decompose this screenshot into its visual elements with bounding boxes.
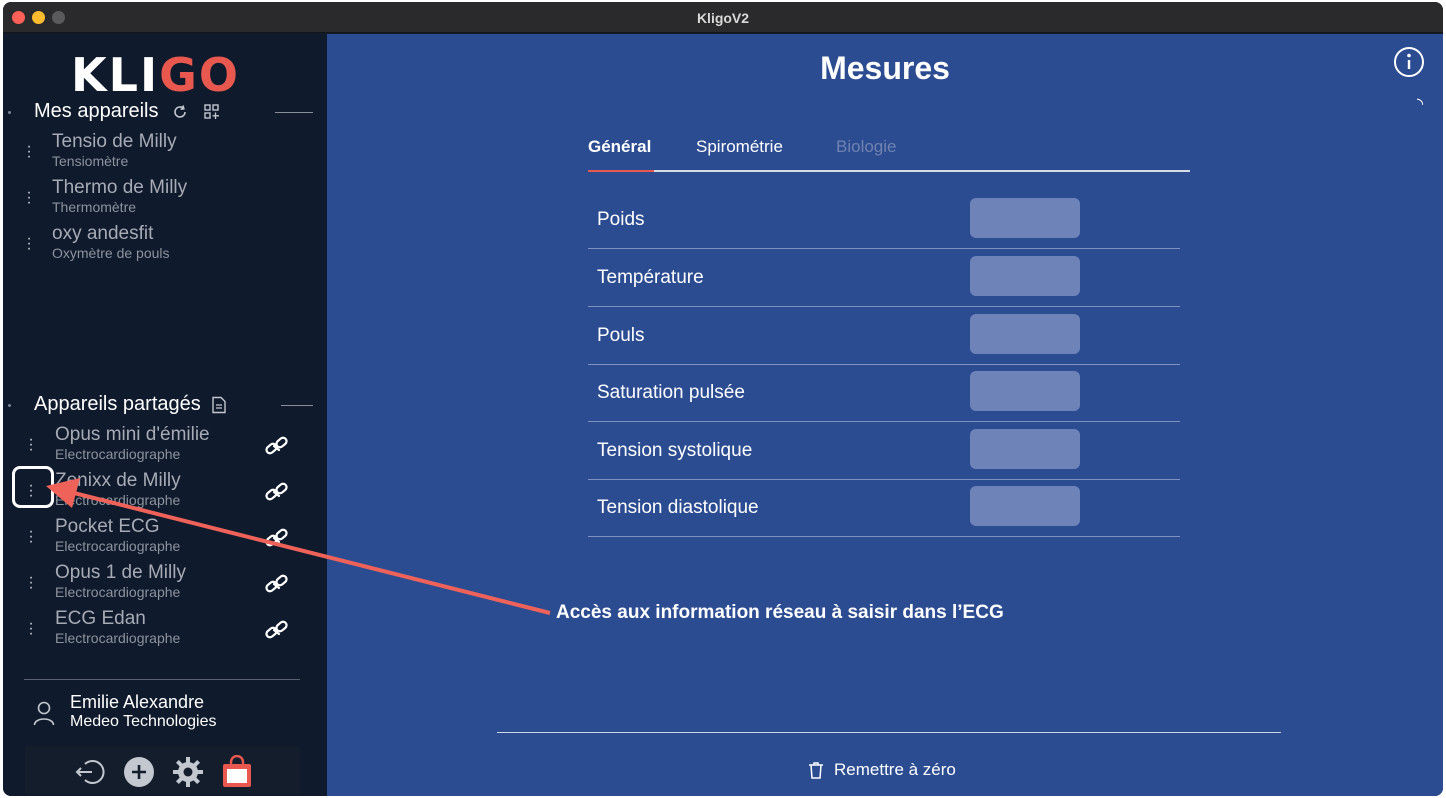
measure-label: Tension systolique: [597, 440, 753, 461]
tab-general[interactable]: Général: [588, 137, 651, 157]
measure-input[interactable]: [970, 256, 1080, 296]
device-type: Electrocardiographe: [55, 584, 181, 600]
link-icon[interactable]: [262, 477, 292, 507]
device-name: oxy andesfit: [52, 223, 154, 244]
app-window: KligoV2 KLIGO Mes appareils · · · Tensio d…: [3, 2, 1443, 796]
device-type: Electrocardiographe: [55, 446, 181, 462]
measure-tabs: Général Spirométrie Biologie: [588, 132, 1190, 172]
sidebar: KLIGO Mes appareils · · · Tensio de Milly …: [3, 34, 327, 796]
measure-input[interactable]: [970, 486, 1080, 526]
device-item[interactable]: · · · Thermo de Milly Thermomètre: [3, 177, 327, 223]
device-type: Electrocardiographe: [55, 630, 181, 646]
device-type: Electrocardiographe: [55, 538, 181, 554]
page-title: Mesures: [820, 50, 950, 86]
measure-row: Saturation pulsée: [588, 364, 1180, 422]
my-devices-title: Mes appareils: [34, 100, 159, 122]
user-avatar-icon: [33, 701, 55, 726]
measure-label: Tension diastolique: [597, 497, 759, 518]
link-icon[interactable]: [262, 615, 292, 645]
device-type: Thermomètre: [52, 199, 137, 215]
section-divider: [275, 112, 313, 113]
device-type: Tensiomètre: [52, 153, 129, 169]
section-divider: [281, 405, 313, 406]
device-name: ECG Edan: [55, 608, 146, 629]
trash-icon: [809, 762, 823, 779]
shared-device-item[interactable]: · · · Pocket ECG Electrocardiographe: [3, 516, 327, 562]
annotation-highlight-box: [12, 466, 54, 508]
device-name: Tensio de Milly: [52, 131, 177, 152]
measure-row: Tension systolique: [588, 422, 1180, 480]
sidebar-divider: [24, 679, 300, 680]
shared-device-item[interactable]: · · · ECG Edan Electrocardiographe: [3, 608, 327, 654]
device-name: Zenixx de Milly: [55, 470, 181, 491]
kebab-menu-icon[interactable]: · · ·: [26, 139, 32, 165]
window-title: KligoV2: [696, 10, 750, 26]
shared-devices-header: Appareils partagés: [8, 393, 227, 416]
active-tab-indicator: [588, 170, 654, 172]
reset-button[interactable]: Remettre à zéro: [808, 760, 956, 780]
add-icon[interactable]: [122, 755, 156, 789]
shared-devices-title: Appareils partagés: [34, 393, 201, 415]
measure-row: Pouls: [588, 307, 1180, 365]
shared-device-item[interactable]: · · · Opus 1 de Milly Electrocardiographe: [3, 562, 327, 608]
settings-icon[interactable]: [171, 755, 205, 789]
reset-label: Remettre à zéro: [834, 760, 956, 779]
link-icon[interactable]: [262, 431, 292, 461]
loading-spinner-icon: ◝: [1417, 96, 1424, 113]
measure-label: Saturation pulsée: [597, 382, 745, 403]
measure-input[interactable]: [970, 371, 1080, 411]
measure-row: Température: [588, 249, 1180, 307]
kebab-menu-icon[interactable]: · · ·: [28, 432, 34, 458]
main-panel: ◝ Mesures Général Spirométrie Biologie P…: [327, 34, 1443, 796]
device-name: Pocket ECG: [55, 516, 160, 537]
device-name: Opus mini d'émilie: [55, 424, 210, 445]
tab-spirometrie[interactable]: Spirométrie: [696, 137, 783, 157]
sidebar-toolbar: [25, 746, 300, 794]
kebab-menu-icon[interactable]: · · ·: [28, 570, 34, 596]
kebab-menu-icon[interactable]: · · ·: [26, 185, 32, 211]
measure-row: Tension diastolique: [588, 479, 1180, 537]
refresh-icon[interactable]: [171, 103, 189, 121]
device-item[interactable]: · · · Tensio de Milly Tensiomètre: [3, 131, 327, 177]
device-name: Thermo de Milly: [52, 177, 188, 198]
kligo-logo: KLIGO: [71, 48, 240, 102]
link-icon[interactable]: [262, 523, 292, 553]
device-type: Electrocardiographe: [55, 492, 181, 508]
kebab-menu-icon[interactable]: · · ·: [28, 616, 34, 642]
measure-label: Poids: [597, 209, 645, 230]
annotation-text: Accès aux information réseau à saisir da…: [556, 602, 1004, 623]
document-icon[interactable]: [211, 396, 227, 414]
footer-divider: [497, 732, 1281, 733]
measure-input[interactable]: [970, 314, 1080, 354]
kebab-menu-icon[interactable]: · · ·: [28, 524, 34, 550]
measure-row: Poids: [588, 191, 1180, 249]
device-item[interactable]: · · · oxy andesfit Oxymètre de pouls: [3, 223, 327, 269]
measure-label: Pouls: [597, 325, 645, 346]
kebab-menu-icon[interactable]: · · ·: [26, 231, 32, 257]
my-devices-header: Mes appareils: [8, 100, 223, 123]
add-grid-icon[interactable]: [203, 103, 223, 121]
link-icon[interactable]: [262, 569, 292, 599]
logout-icon[interactable]: [73, 755, 107, 789]
measure-input[interactable]: [970, 429, 1080, 469]
shop-bag-icon[interactable]: [220, 755, 254, 789]
user-organization: Medeo Technologies: [70, 713, 217, 730]
device-name: Opus 1 de Milly: [55, 562, 186, 583]
title-bar: KligoV2: [3, 2, 1443, 33]
user-name: Emilie Alexandre: [70, 692, 205, 712]
measure-label: Température: [597, 267, 704, 288]
user-profile[interactable]: Emilie Alexandre Medeo Technologies: [3, 684, 327, 744]
tab-biologie[interactable]: Biologie: [836, 137, 897, 157]
measure-input[interactable]: [970, 198, 1080, 238]
shared-device-item[interactable]: · · · Opus mini d'émilie Electrocardiograp…: [3, 424, 327, 470]
device-type: Oxymètre de pouls: [52, 245, 170, 261]
